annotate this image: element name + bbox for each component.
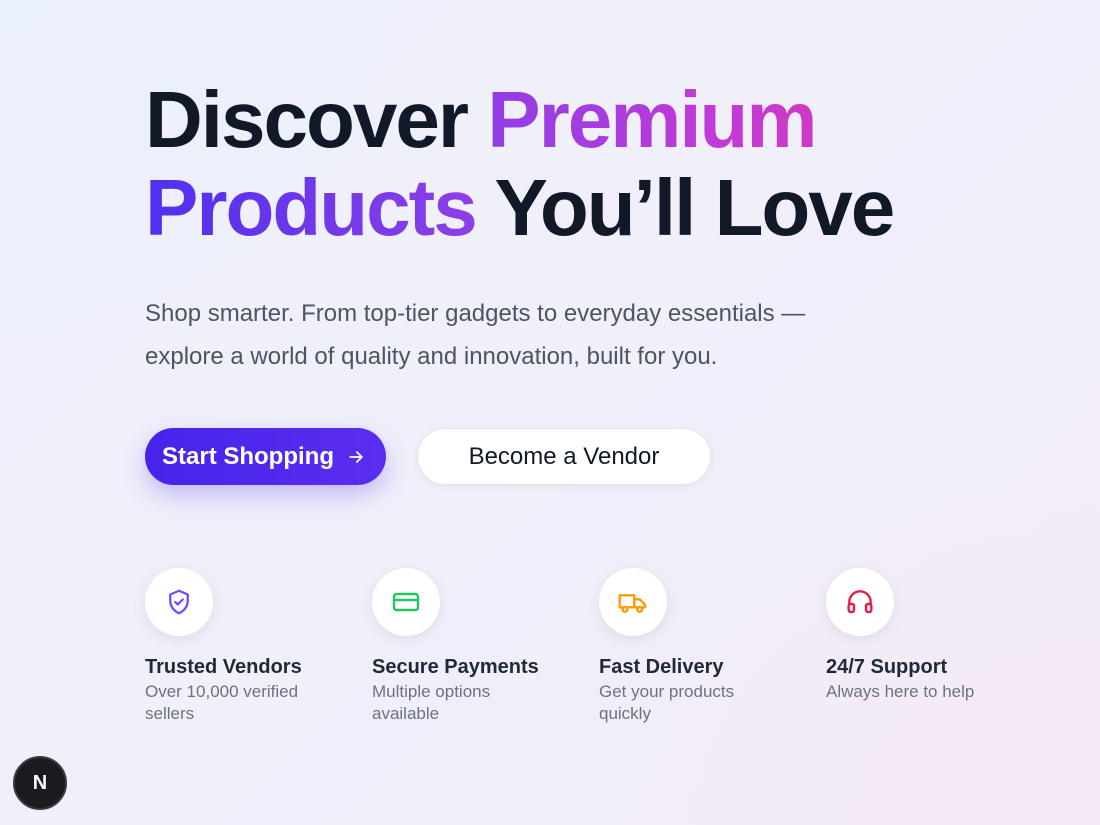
become-vendor-button[interactable]: Become a Vendor bbox=[416, 428, 711, 485]
headline-part-youll-love: You’ll Love bbox=[475, 163, 896, 252]
feature-title: Secure Payments bbox=[372, 656, 539, 678]
hero-headline: Discover Premium Products You’ll Love bbox=[145, 76, 1045, 252]
nextjs-logo-icon: N bbox=[32, 771, 48, 794]
feature-title: 24/7 Support bbox=[826, 656, 948, 678]
become-vendor-label: Become a Vendor bbox=[468, 442, 660, 470]
headline-part-products: Products bbox=[145, 163, 478, 252]
hero-subtitle: Shop smarter. From top-tier gadgets to e… bbox=[145, 292, 885, 378]
feature-description: Always here to help bbox=[826, 682, 975, 701]
feature-description: Get your products quickly bbox=[599, 682, 735, 723]
feature-title: Trusted Vendors bbox=[145, 656, 302, 678]
feature-fast-delivery: Fast Delivery Get your products quickly bbox=[599, 568, 799, 725]
cta-row: Start Shopping Become a Vendor bbox=[145, 428, 711, 485]
feature-secure-payments: Secure Payments Multiple options availab… bbox=[372, 568, 572, 725]
feature-description: Over 10,000 verified sellers bbox=[145, 682, 299, 723]
start-shopping-button[interactable]: Start Shopping bbox=[145, 428, 386, 485]
truck-icon bbox=[599, 568, 667, 636]
feature-trusted-vendors: Trusted Vendors Over 10,000 verified sel… bbox=[145, 568, 345, 725]
start-shopping-label: Start Shopping bbox=[162, 442, 334, 470]
arrow-right-icon bbox=[346, 447, 366, 467]
headline-part-discover: Discover bbox=[145, 75, 488, 164]
shield-check-icon bbox=[145, 568, 213, 636]
subtitle-line-1: Shop smarter. From top-tier gadgets to e… bbox=[145, 300, 806, 327]
feature-description: Multiple options available bbox=[372, 682, 491, 723]
hero-section: Discover Premium Products You’ll Love Sho… bbox=[145, 76, 1045, 378]
features-row: Trusted Vendors Over 10,000 verified sel… bbox=[145, 568, 1045, 738]
headphones-icon bbox=[826, 568, 894, 636]
headline-part-premium: Premium bbox=[487, 75, 817, 164]
feature-title: Fast Delivery bbox=[599, 656, 724, 678]
feature-support: 24/7 Support Always here to help bbox=[826, 568, 1026, 703]
nextjs-dev-badge[interactable]: N bbox=[13, 756, 67, 810]
credit-card-icon bbox=[372, 568, 440, 636]
subtitle-line-2: explore a world of quality and innovatio… bbox=[145, 343, 718, 370]
